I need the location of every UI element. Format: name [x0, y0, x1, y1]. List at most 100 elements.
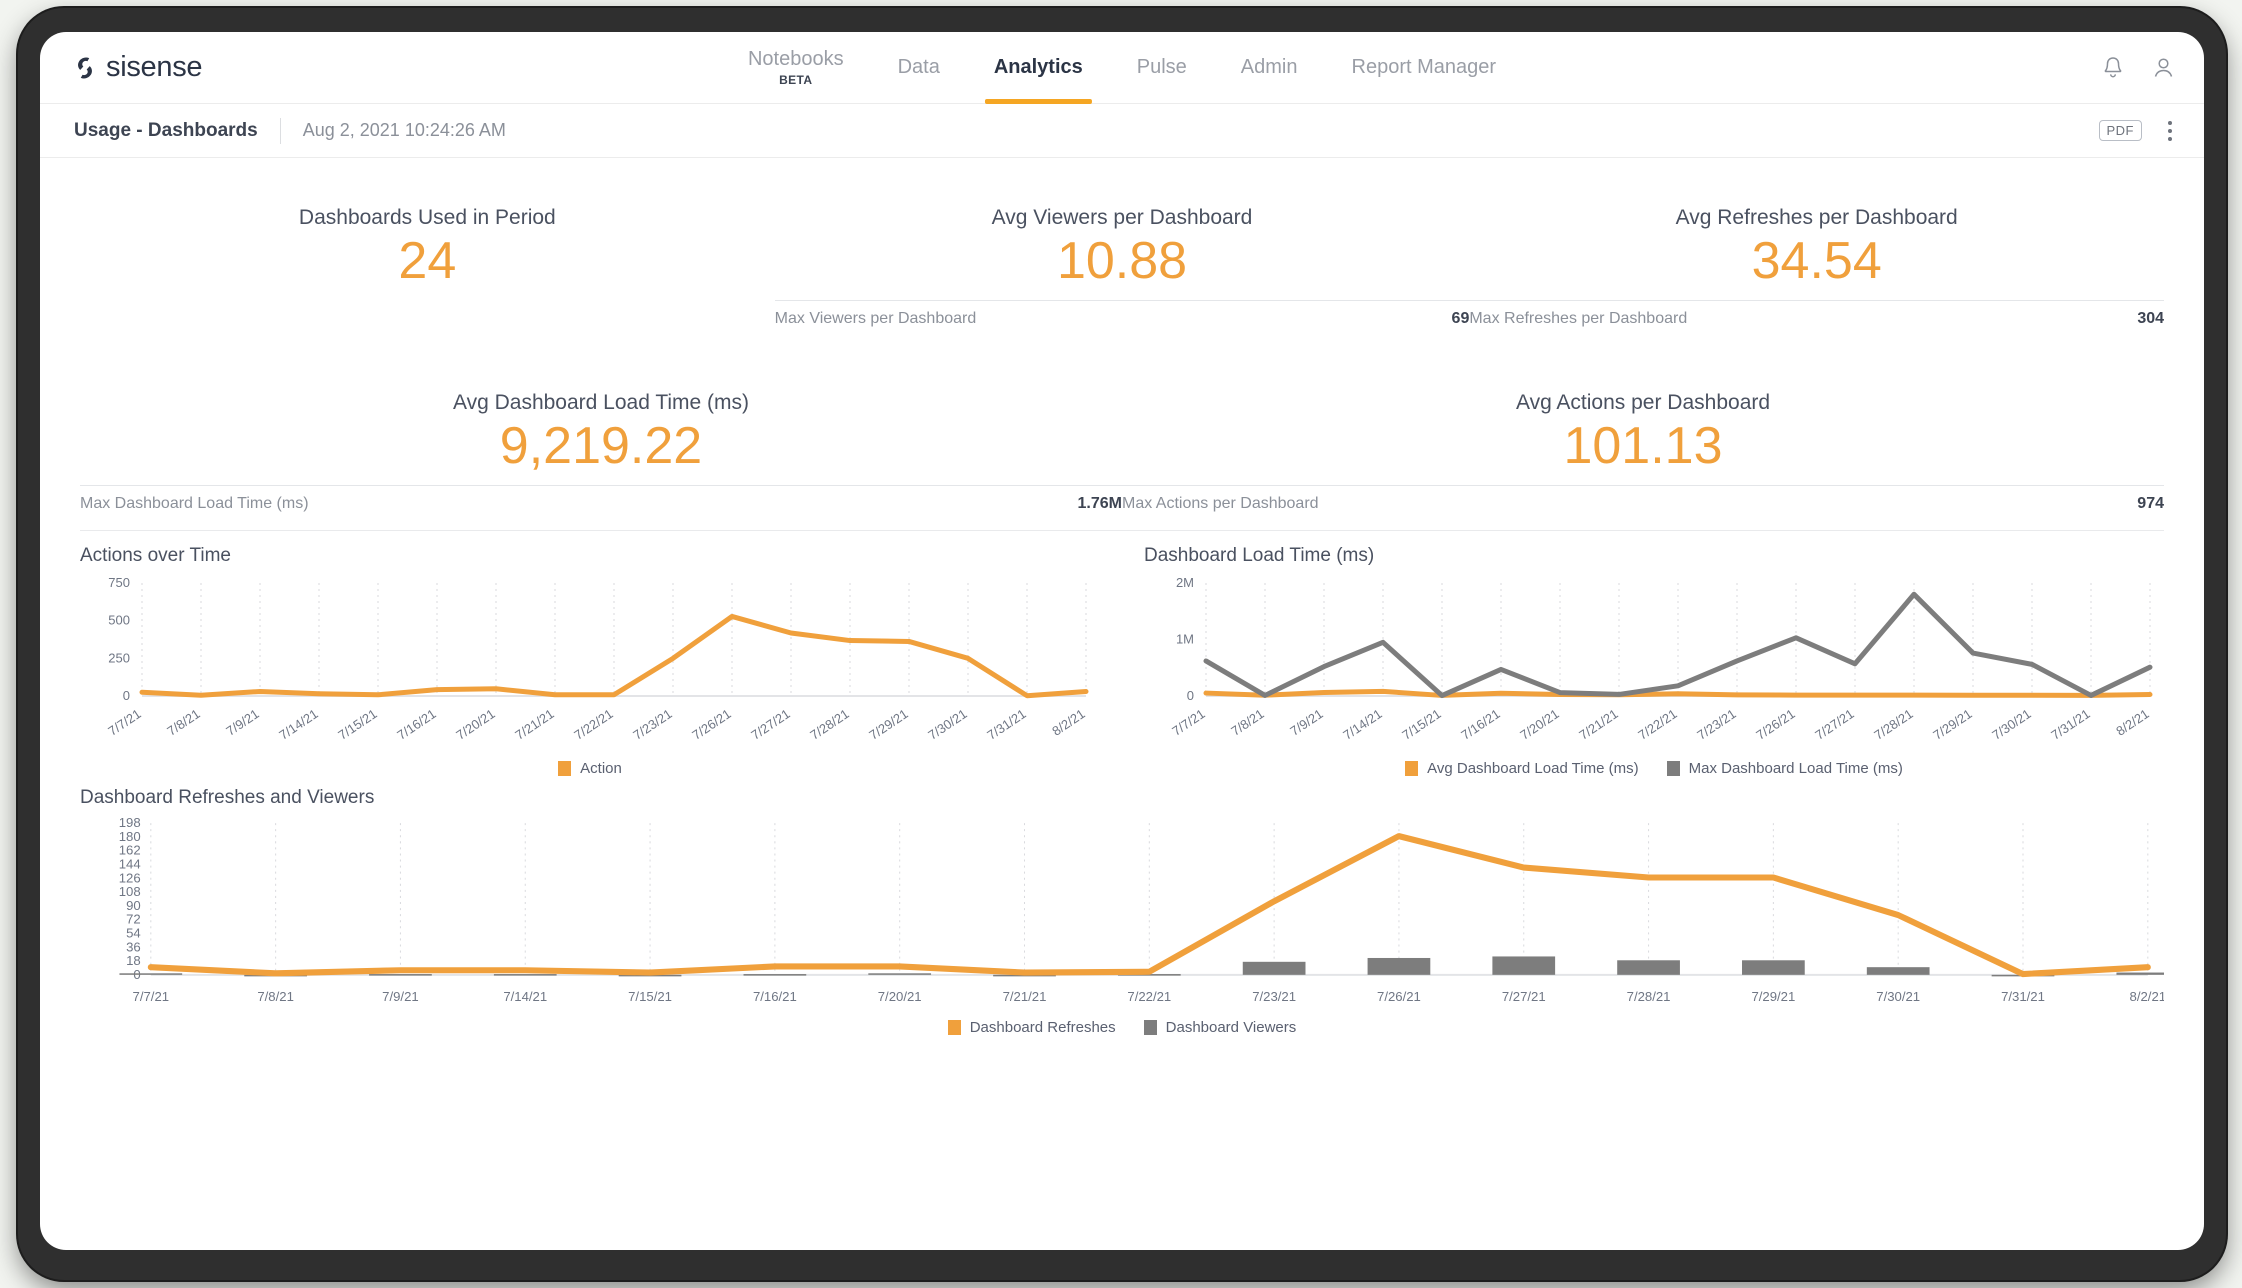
kpi-sub-value: 1.76M — [1077, 495, 1122, 513]
kpi-subvalue: Max Viewers per Dashboard 69 — [774, 300, 1470, 328]
chart-dashboard-load-time: Dashboard Load Time (ms) 0 1M 2M 7/7/21 7/8/… — [1122, 545, 2204, 777]
brand-name: sisense — [106, 51, 203, 83]
svg-text:7/30/21: 7/30/21 — [925, 706, 969, 743]
svg-text:7/14/21: 7/14/21 — [503, 989, 547, 1004]
svg-text:72: 72 — [126, 912, 141, 927]
svg-text:90: 90 — [126, 898, 141, 913]
chart-plot-area[interactable]: 0 250 500 750 7/7/21 7/8/21 7/9/21 7/14/21 7/15/… — [80, 573, 1100, 758]
device-bezel: sisense Notebooks BETA Data Analytics Pu… — [18, 8, 2226, 1280]
svg-text:7/15/21: 7/15/21 — [1399, 706, 1443, 743]
svg-text:7/29/21: 7/29/21 — [1930, 706, 1974, 743]
kpi-dashboards-used-in-period: Dashboards Used in Period 24 — [80, 188, 775, 373]
svg-text:7/7/21: 7/7/21 — [133, 989, 170, 1004]
svg-text:7/29/21: 7/29/21 — [866, 706, 910, 743]
legend-item[interactable]: Dashboard Viewers — [1143, 1019, 1297, 1037]
chart-legend: Action — [80, 760, 1100, 777]
nav-label: Admin — [1240, 56, 1298, 78]
svg-text:7/21/21: 7/21/21 — [512, 706, 556, 743]
notifications-bell-icon[interactable] — [2101, 55, 2125, 81]
nav-badge-beta: BETA — [779, 73, 813, 87]
kpi-title: Dashboards Used in Period — [298, 206, 556, 229]
svg-text:18: 18 — [126, 953, 141, 968]
chart-title: Dashboard Refreshes and Viewers — [80, 787, 375, 808]
legend-label: Dashboard Viewers — [1165, 1019, 1297, 1037]
chart-canvas: 0 1M 2M 7/7/21 7/8/21 7/9/21 7/14/21 7/15/21 7/1… — [1169, 575, 2153, 743]
kpi-title: Avg Viewers per Dashboard — [991, 206, 1253, 229]
chart-plot-area[interactable]: 0 1M 2M 7/7/21 7/8/21 7/9/21 7/14/21 7/15/21 7/1… — [1144, 573, 2164, 758]
svg-text:7/31/21: 7/31/21 — [984, 706, 1028, 743]
svg-text:750: 750 — [108, 575, 130, 590]
breadcrumb-actions: PDF — [2098, 117, 2177, 145]
svg-text:7/14/21: 7/14/21 — [276, 706, 320, 743]
top-right-icons — [2101, 55, 2176, 81]
export-pdf-button[interactable]: PDF — [2098, 119, 2142, 142]
svg-text:8/2/21: 8/2/21 — [2130, 989, 2164, 1004]
legend-color-swatch — [947, 1020, 961, 1036]
nav-label: Pulse — [1136, 56, 1187, 78]
legend-item[interactable]: Action — [558, 760, 622, 777]
kpi-value: 10.88 — [1056, 232, 1188, 290]
kpi-sub-value: 69 — [1451, 310, 1470, 328]
kpi-subvalue: Max Actions per Dashboard 974 — [1122, 485, 2164, 513]
svg-text:7/7/21: 7/7/21 — [1169, 706, 1207, 739]
svg-text:7/27/21: 7/27/21 — [748, 706, 792, 743]
kpi-title: Avg Refreshes per Dashboard — [1675, 206, 1958, 229]
chart-title: Actions over Time — [80, 545, 231, 566]
svg-text:198: 198 — [119, 815, 141, 830]
svg-text:500: 500 — [108, 613, 130, 628]
chart-plot-area[interactable]: 018365472901081261441621801987/7/217/8/2… — [80, 815, 2164, 1017]
svg-text:7/26/21: 7/26/21 — [1377, 989, 1421, 1004]
nav-label: Notebooks — [747, 48, 844, 70]
chart-title: Dashboard Load Time (ms) — [1144, 545, 1375, 566]
svg-text:2M: 2M — [1176, 575, 1194, 590]
svg-text:7/8/21: 7/8/21 — [257, 989, 294, 1004]
svg-text:7/9/21: 7/9/21 — [223, 706, 261, 739]
legend-item[interactable]: Max Dashboard Load Time (ms) — [1666, 760, 1903, 777]
svg-text:108: 108 — [119, 884, 141, 899]
kpi-value: 34.54 — [1751, 232, 1882, 290]
nav-item-report-manager[interactable]: Report Manager — [1325, 32, 1524, 104]
legend-color-swatch — [1666, 761, 1680, 776]
svg-text:144: 144 — [119, 857, 141, 872]
legend-item[interactable]: Avg Dashboard Load Time (ms) — [1405, 760, 1639, 777]
nav-item-pulse[interactable]: Pulse — [1110, 32, 1214, 104]
kpi-title: Avg Dashboard Load Time (ms) — [452, 391, 750, 414]
kpi-sub-label: Max Actions per Dashboard — [1122, 495, 1319, 513]
nav-item-analytics[interactable]: Analytics — [967, 32, 1110, 104]
kpi-avg-viewers-per-dashboard: Avg Viewers per Dashboard 10.88 Max View… — [774, 188, 1470, 373]
kpi-sub-value: 974 — [2137, 495, 2164, 513]
svg-text:7/31/21: 7/31/21 — [2001, 989, 2045, 1004]
svg-text:54: 54 — [126, 926, 141, 941]
svg-text:7/21/21: 7/21/21 — [1576, 706, 1620, 743]
active-tab-underline — [984, 98, 1092, 104]
svg-text:7/16/21: 7/16/21 — [753, 989, 797, 1004]
kpi-subvalue: Max Refreshes per Dashboard 304 — [1469, 300, 2165, 328]
svg-text:7/30/21: 7/30/21 — [1989, 706, 2033, 743]
chart-dashboard-refreshes-and-viewers: Dashboard Refreshes and Viewers 01836547… — [40, 777, 2204, 1036]
chart-legend: Dashboard Refreshes Dashboard Viewers — [80, 1019, 2164, 1036]
kpi-row-bottom: Avg Dashboard Load Time (ms) 9,219.22 Ma… — [80, 373, 2164, 518]
svg-text:0: 0 — [123, 688, 130, 703]
kpi-sub-value: 304 — [2137, 310, 2165, 328]
sisense-logo-icon — [70, 53, 100, 83]
svg-text:1M: 1M — [1176, 632, 1194, 647]
brand-logo[interactable]: sisense — [70, 51, 203, 84]
nav-item-notebooks[interactable]: Notebooks BETA — [721, 32, 871, 104]
nav-item-admin[interactable]: Admin — [1214, 32, 1325, 104]
user-account-icon[interactable] — [2151, 55, 2176, 81]
page-title: Usage - Dashboards — [74, 119, 258, 141]
nav-item-data[interactable]: Data — [871, 32, 967, 104]
kpi-section: Dashboards Used in Period 24 Avg Viewers… — [40, 158, 2204, 518]
kpi-value: 9,219.22 — [499, 417, 703, 475]
legend-item[interactable]: Dashboard Refreshes — [947, 1019, 1116, 1036]
svg-text:7/9/21: 7/9/21 — [1287, 706, 1325, 739]
svg-text:7/21/21: 7/21/21 — [1003, 989, 1047, 1004]
kpi-subvalue: Max Dashboard Load Time (ms) 1.76M — [80, 485, 1122, 513]
svg-text:7/15/21: 7/15/21 — [628, 989, 672, 1004]
kebab-menu-icon[interactable] — [2164, 117, 2176, 145]
legend-color-swatch — [1405, 761, 1419, 776]
svg-text:7/14/21: 7/14/21 — [1340, 706, 1384, 743]
kpi-avg-dashboard-load-time: Avg Dashboard Load Time (ms) 9,219.22 Ma… — [80, 373, 1122, 518]
svg-text:162: 162 — [119, 843, 141, 858]
app-screen: sisense Notebooks BETA Data Analytics Pu… — [40, 32, 2204, 1250]
